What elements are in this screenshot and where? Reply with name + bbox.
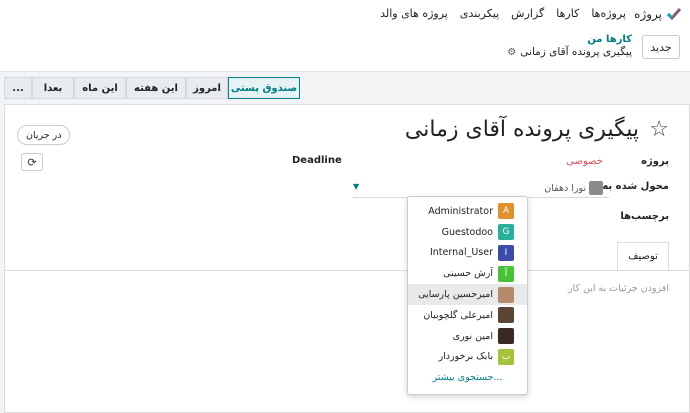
stage-inbox[interactable]: صندوق پستی: [228, 77, 300, 99]
avatar: I: [498, 244, 514, 261]
breadcrumb-current-label: پیگیری پرونده آقای زمانی: [520, 46, 632, 58]
menu-item-configuration[interactable]: پیکربندی: [460, 7, 499, 20]
app-name: پروژه: [634, 7, 662, 21]
stage-this-week[interactable]: این هفته: [126, 77, 186, 99]
project-app-icon: [666, 8, 682, 21]
control-panel: جدید کارها من پیگیری پرونده آقای زمانی ⚙: [0, 28, 690, 72]
avatar: A: [498, 203, 514, 220]
top-navbar: پروژه پروژه‌ها کارها گزارش پیکربندی پروژ…: [0, 0, 690, 28]
tab-description[interactable]: توصیف: [617, 242, 669, 270]
dropdown-item-internal-user[interactable]: Internal_User I: [408, 243, 527, 264]
avatar: [498, 286, 514, 303]
dropdown-item-amirali[interactable]: امیرعلی گلچوبیان: [408, 305, 527, 326]
form-sheet: ☆ پیگیری پرونده آقای زمانی در جریان ⟳ De…: [4, 104, 690, 413]
menu-item-projects[interactable]: پروژه‌ها: [591, 7, 626, 20]
project-value[interactable]: خصوصی: [566, 156, 603, 167]
avatar: [498, 307, 514, 324]
gear-icon[interactable]: ⚙: [507, 47, 516, 58]
dropdown-item-administrator[interactable]: Administrator A: [408, 201, 527, 222]
breadcrumb-parent-link[interactable]: کارها من: [507, 34, 632, 45]
task-title[interactable]: پیگیری پرونده آقای زمانی: [405, 117, 639, 142]
new-button[interactable]: جدید: [642, 35, 680, 59]
dropdown-item-guestodoo[interactable]: Guestodoo G: [408, 222, 527, 243]
assignee-name: نورا دهقان: [544, 182, 586, 194]
avatar: آ: [498, 265, 514, 282]
assignee-label: محول شده به: [602, 181, 669, 192]
app-brand[interactable]: پروژه: [634, 6, 682, 22]
stage-more[interactable]: ...: [4, 77, 32, 99]
stage-today[interactable]: امروز: [186, 77, 228, 99]
dropdown-item-label: Administrator: [428, 205, 493, 217]
star-icon[interactable]: ☆: [649, 117, 669, 142]
dropdown-item-amirhossein[interactable]: امیرحسین پارسایی: [408, 284, 527, 305]
refresh-icon[interactable]: ⟳: [21, 153, 43, 171]
breadcrumb-current: پیگیری پرونده آقای زمانی ⚙: [507, 46, 632, 58]
avatar: ب: [498, 348, 514, 365]
dropdown-item-label: امیرعلی گلچوبیان: [423, 309, 493, 321]
description-editor[interactable]: افزودن جزئیات به این کار: [568, 283, 669, 294]
dropdown-item-label: Guestodoo: [441, 226, 493, 238]
dropdown-item-label: آرش حسینی: [443, 268, 493, 280]
dropdown-item-label: بابک برخوردار: [438, 351, 493, 363]
main-menu: پروژه‌ها کارها گزارش پیکربندی پروژه های …: [380, 7, 626, 20]
menu-item-reporting[interactable]: گزارش: [511, 7, 544, 20]
stage-later[interactable]: بعدا: [32, 77, 74, 99]
caret-down-icon[interactable]: ▼: [353, 182, 359, 191]
dropdown-item-label: Internal_User: [429, 247, 493, 259]
menu-item-tasks[interactable]: کارها: [556, 7, 579, 20]
assignee-dropdown: Administrator A Guestodoo G Internal_Use…: [407, 196, 528, 395]
dropdown-item-arash[interactable]: آرش حسینی آ: [408, 263, 527, 284]
search-more-link[interactable]: جستجوی بیشتر...: [408, 367, 527, 388]
avatar: G: [498, 224, 514, 241]
dropdown-item-babak[interactable]: بابک برخوردار ب: [408, 347, 527, 368]
assignee-tag[interactable]: نورا دهقان: [544, 181, 603, 195]
dropdown-item-label: امیرحسین پارسایی: [418, 289, 493, 301]
project-label: پروژه: [641, 156, 669, 167]
stage-statusbar: ... بعدا این ماه این هفته امروز صندوق پس…: [4, 77, 300, 99]
dropdown-item-amin[interactable]: امین نوری: [408, 326, 527, 347]
menu-item-parent-projects[interactable]: پروژه های والد: [380, 7, 448, 20]
kanban-state-button[interactable]: در جریان: [17, 125, 71, 145]
notebook-divider: [5, 270, 689, 271]
deadline-label: Deadline: [292, 155, 342, 166]
stage-this-month[interactable]: این ماه: [74, 77, 126, 99]
tags-label: برچسب‌ها: [620, 211, 669, 222]
breadcrumb: کارها من پیگیری پرونده آقای زمانی ⚙: [507, 34, 632, 58]
avatar: [498, 328, 514, 345]
avatar: [589, 181, 603, 195]
dropdown-item-label: امین نوری: [452, 330, 493, 342]
